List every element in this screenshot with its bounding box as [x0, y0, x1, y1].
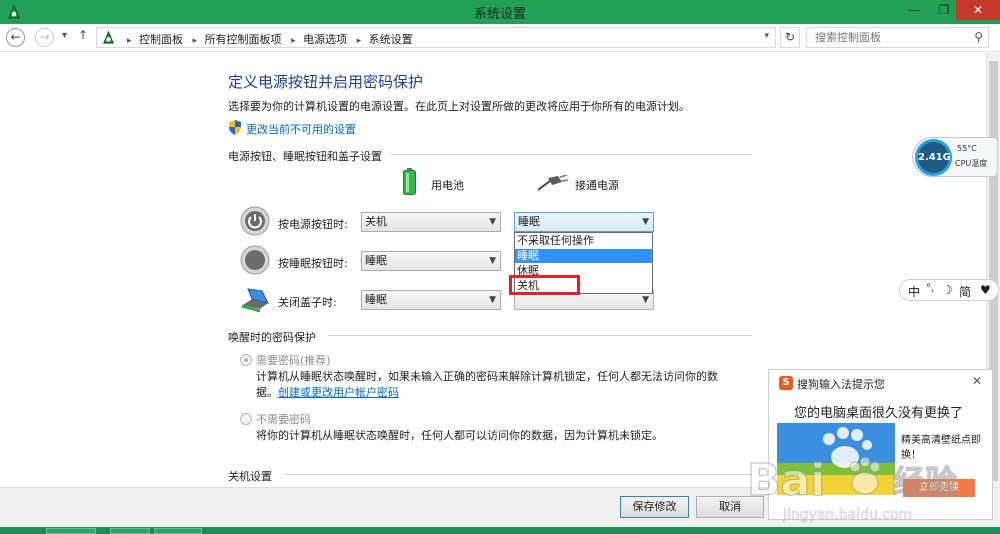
- require-password-description-cont: 据。创建或更改用户帐户密码: [256, 384, 399, 400]
- search-icon[interactable]: ⚲: [974, 30, 983, 44]
- highlight-box: [509, 275, 580, 295]
- breadcrumb-system-settings[interactable]: 系统设置: [369, 33, 413, 46]
- baidu-jingyan-watermark: Bai 经验 jingyan.baidu.com: [746, 454, 957, 523]
- ime-punctuation-icon[interactable]: °,: [926, 283, 934, 294]
- ime-half-width-icon[interactable]: ☽: [942, 283, 953, 297]
- no-password-description: 将你的计算机从睡眠状态唤醒时，任何人都可以访问你的数据，因为计算机未锁定。: [256, 429, 663, 442]
- power-button-battery-select[interactable]: 关机 ▼: [361, 212, 501, 232]
- breadcrumb: ▸ 控制面板 ▸ 所有控制面板项 ▸ 电源选项 ▸ 系统设置: [123, 31, 415, 47]
- taskbar-item[interactable]: [154, 528, 202, 534]
- svg-text:Bai: Bai: [747, 455, 825, 506]
- address-bar[interactable]: ▸ 控制面板 ▸ 所有控制面板项 ▸ 电源选项 ▸ 系统设置 ▾: [96, 27, 776, 48]
- taskbar-item[interactable]: [110, 528, 150, 534]
- description-text: 据。: [256, 386, 278, 399]
- refresh-button[interactable]: ↻: [780, 27, 800, 48]
- close-button[interactable]: ✕: [956, 0, 1000, 20]
- divider: [284, 474, 752, 475]
- breadcrumb-separator-icon[interactable]: ▸: [193, 36, 198, 46]
- selected-value: 睡眠: [518, 215, 540, 228]
- require-password-radio[interactable]: [240, 354, 252, 366]
- cpu-frequency: 2.41G: [915, 139, 952, 176]
- breadcrumb-all-items[interactable]: 所有控制面板项: [205, 33, 282, 46]
- uac-shield-icon: [229, 120, 241, 135]
- selected-value: 睡眠: [365, 254, 387, 267]
- svg-text:jingyan.baidu.com: jingyan.baidu.com: [782, 507, 912, 523]
- power-plug-icon: [538, 175, 568, 191]
- no-password-label[interactable]: 不需要密码: [256, 411, 311, 427]
- lid-close-battery-select[interactable]: 睡眠 ▼: [361, 290, 501, 310]
- cpu-temperature-gadget[interactable]: 2.41G 55°C CPU温度: [912, 137, 998, 177]
- divider: [390, 154, 752, 155]
- radio-selected-dot: [244, 358, 248, 362]
- ime-chinese-mode[interactable]: 中: [908, 283, 920, 300]
- require-password-label[interactable]: 需要密码(推荐): [256, 352, 331, 368]
- power-button-label: 按电源按钮时:: [278, 218, 348, 231]
- change-unavailable-settings-link[interactable]: 更改当前不可用的设置: [246, 121, 356, 137]
- selected-value: 关机: [365, 215, 387, 228]
- dropdown-option-sleep[interactable]: 睡眠: [515, 249, 652, 263]
- breadcrumb-separator-icon[interactable]: ▸: [357, 36, 362, 46]
- chevron-down-icon: ▼: [489, 256, 496, 266]
- lid-close-label: 关闭盖子时:: [278, 296, 337, 309]
- search-box[interactable]: ⚲: [806, 27, 989, 48]
- svg-text:经验: 经验: [893, 463, 957, 501]
- window-title: 系统设置: [473, 7, 526, 22]
- breadcrumb-power-options[interactable]: 电源选项: [303, 33, 347, 46]
- taskbar-item[interactable]: [46, 528, 96, 534]
- address-history-chevron-icon[interactable]: ▾: [764, 31, 769, 41]
- ime-toolbar[interactable]: 中 °, ☽ 简 ♥: [899, 279, 999, 301]
- up-button[interactable]: ↑: [78, 28, 88, 42]
- minimize-button[interactable]: —: [900, 0, 928, 20]
- page-description: 选择要为你的计算机设置的电源设置。在此页上对设置所做的更改将应用于你所有的电源计…: [228, 100, 690, 113]
- laptop-lid-icon: [241, 288, 269, 313]
- maximize-button[interactable]: ❐: [930, 0, 958, 20]
- power-button-plugged-select[interactable]: 睡眠 ▼: [514, 212, 654, 232]
- popup-headline: 您的电脑桌面很久没有更换了: [794, 406, 964, 421]
- no-password-radio[interactable]: [240, 413, 252, 425]
- section-title: 电源按钮、睡眠按钮和盖子设置: [228, 150, 382, 163]
- breadcrumb-control-panel[interactable]: 控制面板: [139, 33, 183, 46]
- selected-value: 睡眠: [365, 293, 387, 306]
- address-row: ← → ▾ ↑ ▸ 控制面板 ▸ 所有控制面板项 ▸ 电源选项 ▸ 系统设置 ▾…: [0, 24, 1000, 52]
- popup-title: 搜狗输入法提示您: [797, 378, 885, 391]
- dropdown-option-do-nothing[interactable]: 不采取任何操作: [515, 234, 652, 248]
- cpu-temperature-label: CPU温度: [955, 159, 988, 168]
- popup-close-icon[interactable]: ✕: [972, 374, 982, 388]
- search-input[interactable]: [813, 30, 963, 45]
- chevron-down-icon: ▼: [489, 217, 496, 227]
- sogou-logo-icon: S: [779, 376, 793, 390]
- ime-simplified-mode[interactable]: 简: [959, 283, 971, 300]
- forward-button[interactable]: →: [35, 28, 54, 47]
- sleep-button-battery-select[interactable]: 睡眠 ▼: [361, 251, 501, 271]
- power-button-icon: [240, 206, 270, 236]
- recent-pages-dropdown[interactable]: ▾: [62, 30, 67, 41]
- breadcrumb-separator-icon: ▸: [127, 36, 132, 46]
- title-bar: 系统设置 — ❐ ✕: [0, 0, 1000, 24]
- plugged-in-column-header: 接通电源: [575, 179, 619, 192]
- ime-skin-icon[interactable]: ♥: [980, 283, 991, 297]
- control-panel-icon: [103, 30, 114, 44]
- create-change-password-link[interactable]: 创建或更改用户帐户密码: [278, 386, 399, 399]
- section-title: 唤醒时的密码保护: [228, 331, 316, 344]
- chevron-down-icon: ▼: [489, 295, 496, 305]
- battery-column-header: 用电池: [431, 179, 464, 192]
- save-changes-button[interactable]: 保存修改: [620, 496, 689, 518]
- back-button[interactable]: ←: [6, 28, 25, 47]
- page-title: 定义电源按钮并启用密码保护: [228, 73, 424, 91]
- battery-icon: [403, 168, 416, 195]
- cpu-temperature-value: 55°C: [957, 144, 977, 153]
- breadcrumb-separator-icon[interactable]: ▸: [291, 36, 296, 46]
- sleep-button-icon: [240, 245, 270, 275]
- require-password-description: 计算机从睡眠状态唤醒时，如果未输入正确的密码来解除计算机锁定，任何人都无法访问你…: [256, 370, 718, 383]
- divider: [328, 335, 752, 336]
- section-title: 关机设置: [228, 470, 272, 483]
- sleep-button-label: 按睡眠按钮时:: [278, 257, 348, 270]
- chevron-down-icon: ▼: [642, 217, 649, 227]
